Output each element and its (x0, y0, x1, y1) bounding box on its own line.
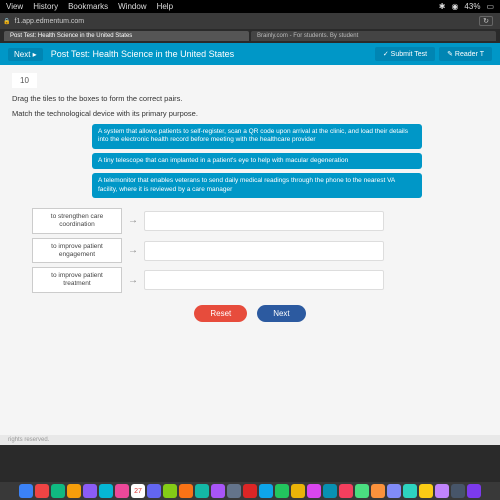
instruction-1: Drag the tiles to the boxes to form the … (12, 94, 488, 103)
submit-test-button[interactable]: ✓ Submit Test (375, 47, 435, 61)
address-bar[interactable]: f1.app.edmentum.com (14, 18, 84, 25)
dock-app-icon[interactable] (323, 484, 337, 498)
label-treatment: to improve patient treatment (32, 267, 122, 293)
dock-app-icon[interactable] (275, 484, 289, 498)
question-number: 10 (12, 73, 37, 88)
dock-app-icon[interactable] (83, 484, 97, 498)
lock-icon: 🔒 (3, 18, 10, 25)
pair-row-2: to improve patient engagement → (32, 238, 488, 264)
tile-2[interactable]: A tiny telescope that can implanted in a… (92, 153, 422, 169)
tile-3[interactable]: A telemonitor that enables veterans to s… (92, 173, 422, 198)
drop-zone-2[interactable] (144, 241, 384, 261)
refresh-icon[interactable]: ↻ (479, 16, 493, 26)
app-toolbar: Next ▸ Post Test: Health Science in the … (0, 43, 500, 65)
menu-view[interactable]: View (6, 2, 23, 11)
dock-app-icon[interactable] (211, 484, 225, 498)
reset-button[interactable]: Reset (194, 305, 247, 322)
macos-dock: 27 (0, 482, 500, 500)
dock-app-icon[interactable] (291, 484, 305, 498)
arrow-icon: → (128, 245, 138, 256)
action-buttons: Reset Next (12, 305, 488, 322)
dock-app-icon[interactable] (179, 484, 193, 498)
drop-zone-3[interactable] (144, 270, 384, 290)
page-title: Post Test: Health Science in the United … (51, 49, 371, 59)
bluetooth-icon[interactable]: ✱ (439, 2, 446, 11)
dock-app-icon[interactable] (419, 484, 433, 498)
dock-app-icon[interactable] (147, 484, 161, 498)
dock-app-icon[interactable] (355, 484, 369, 498)
dock-app-icon[interactable] (115, 484, 129, 498)
dock-app-icon[interactable] (19, 484, 33, 498)
menu-help[interactable]: Help (157, 2, 173, 11)
dock-app-icon[interactable] (435, 484, 449, 498)
draggable-tiles: A system that allows patients to self-re… (92, 124, 488, 198)
next-button[interactable]: Next (257, 305, 305, 322)
pair-row-1: to strengthen care coordination → (32, 208, 488, 234)
dock-app-icon[interactable] (163, 484, 177, 498)
wifi-icon[interactable]: ◉ (451, 2, 458, 11)
dock-app-icon[interactable]: 27 (131, 484, 145, 498)
arrow-icon: → (128, 215, 138, 226)
dock-app-icon[interactable] (451, 484, 465, 498)
browser-toolbar: 🔒 f1.app.edmentum.com ↻ (0, 13, 500, 29)
dock-app-icon[interactable] (403, 484, 417, 498)
browser-tabs: Post Test: Health Science in the United … (0, 29, 500, 43)
label-coordination: to strengthen care coordination (32, 208, 122, 234)
battery-icon: ▭ (486, 2, 494, 11)
reader-tools-button[interactable]: ✎ Reader T (439, 47, 492, 61)
dock-app-icon[interactable] (227, 484, 241, 498)
question-area: 10 Drag the tiles to the boxes to form t… (0, 65, 500, 435)
dock-app-icon[interactable] (467, 484, 481, 498)
menu-bookmarks[interactable]: Bookmarks (68, 2, 108, 11)
tile-1[interactable]: A system that allows patients to self-re… (92, 124, 422, 149)
macos-menubar: View History Bookmarks Window Help ✱ ◉ 4… (0, 0, 500, 13)
dock-app-icon[interactable] (67, 484, 81, 498)
label-engagement: to improve patient engagement (32, 238, 122, 264)
dock-app-icon[interactable] (371, 484, 385, 498)
arrow-icon: → (128, 275, 138, 286)
footer-text: rights reserved. (0, 435, 500, 445)
menu-window[interactable]: Window (118, 2, 146, 11)
dock-app-icon[interactable] (387, 484, 401, 498)
drop-zone-1[interactable] (144, 211, 384, 231)
dock-app-icon[interactable] (243, 484, 257, 498)
next-nav-button[interactable]: Next ▸ (8, 48, 43, 61)
battery-label: 43% (464, 2, 480, 11)
dock-app-icon[interactable] (35, 484, 49, 498)
tab-edmentum[interactable]: Post Test: Health Science in the United … (4, 31, 249, 41)
menu-history[interactable]: History (33, 2, 58, 11)
dock-app-icon[interactable] (307, 484, 321, 498)
tab-brainly[interactable]: Brainly.com - For students. By student (251, 31, 496, 41)
dock-app-icon[interactable] (259, 484, 273, 498)
dock-app-icon[interactable] (339, 484, 353, 498)
pair-row-3: to improve patient treatment → (32, 267, 488, 293)
dock-app-icon[interactable] (195, 484, 209, 498)
dock-app-icon[interactable] (99, 484, 113, 498)
instruction-2: Match the technological device with its … (12, 109, 488, 118)
dock-app-icon[interactable] (51, 484, 65, 498)
